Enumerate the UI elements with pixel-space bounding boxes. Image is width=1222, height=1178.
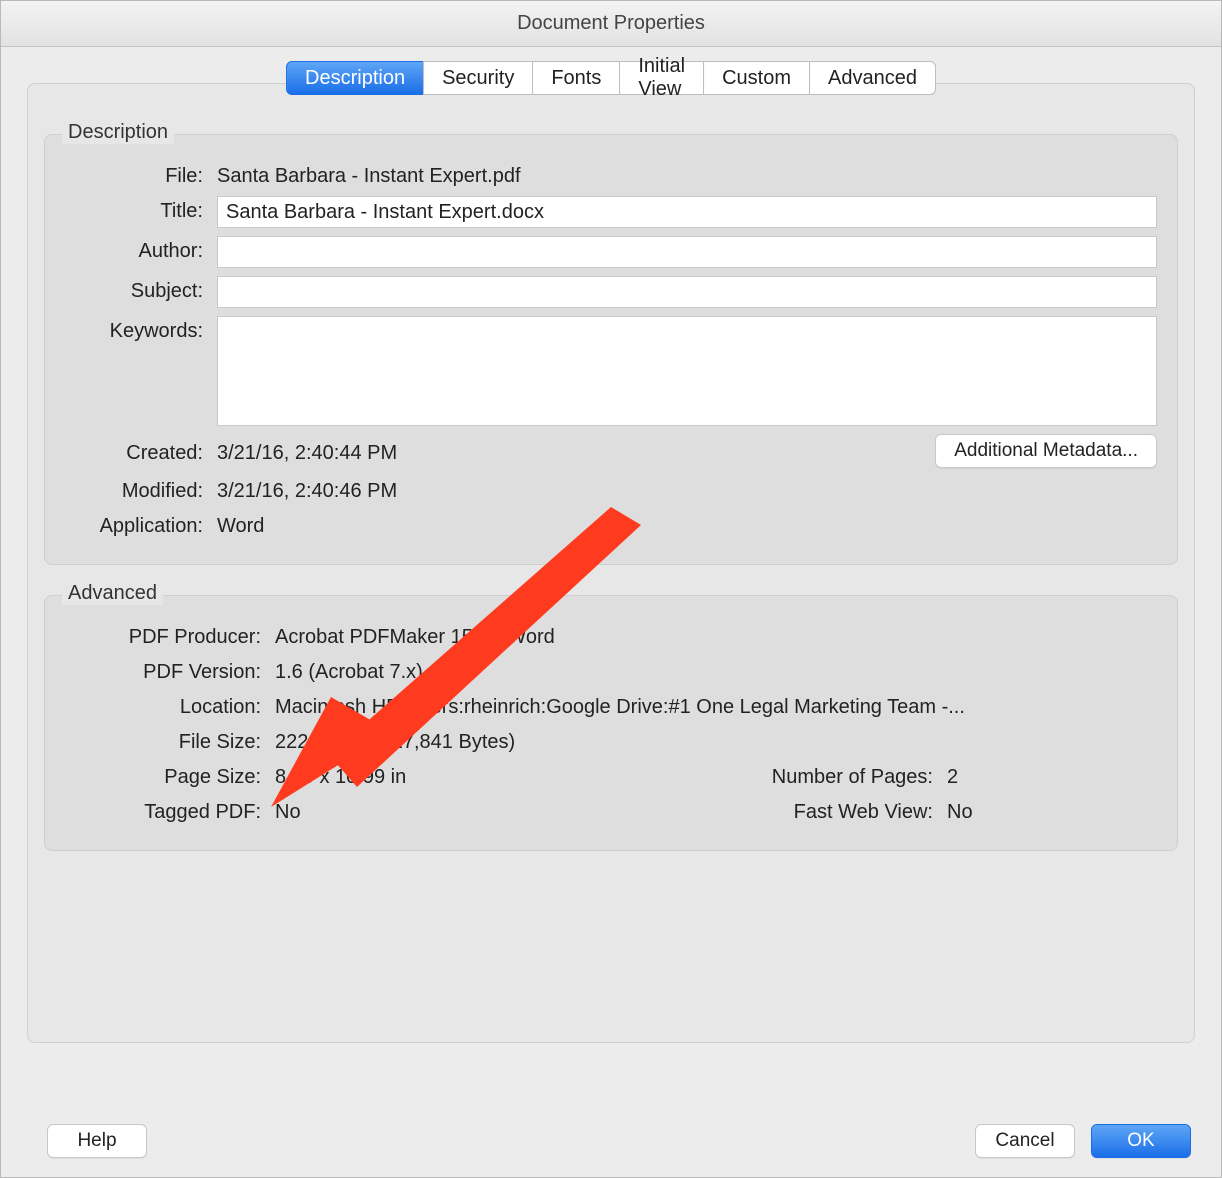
fast-web-view-value: No <box>947 797 1157 824</box>
content-panel: Description File: Santa Barbara - Instan… <box>27 83 1195 1043</box>
tab-label: Initial View <box>638 55 685 101</box>
row-file-size: File Size: 222.50 KB (227,841 Bytes) <box>65 727 1157 754</box>
row-page-size-pages: Page Size: 8.50 x 10.99 in Number of Pag… <box>65 762 1157 789</box>
row-location: Location: Macintosh HD:Users:rheinrich:G… <box>65 692 1157 719</box>
tab-label: Fonts <box>551 67 601 90</box>
row-modified: Modified: 3/21/16, 2:40:46 PM <box>65 476 1157 503</box>
row-pdf-producer: PDF Producer: Acrobat PDFMaker 15 for Wo… <box>65 622 1157 649</box>
pdf-producer-label: PDF Producer: <box>65 622 261 649</box>
row-title: Title: <box>65 196 1157 228</box>
tab-label: Security <box>442 67 514 90</box>
modified-label: Modified: <box>65 476 203 503</box>
location-value: Macintosh HD:Users:rheinrich:Google Driv… <box>275 692 1157 719</box>
keywords-label: Keywords: <box>65 316 203 343</box>
ok-button[interactable]: OK <box>1091 1124 1191 1158</box>
pdf-producer-value: Acrobat PDFMaker 15 for Word <box>275 622 1157 649</box>
title-label: Title: <box>65 196 203 223</box>
subject-label: Subject: <box>65 276 203 303</box>
tagged-pdf-value: No <box>275 797 709 824</box>
dialog-window: Document Properties Description Security… <box>0 0 1222 1178</box>
row-pdf-version: PDF Version: 1.6 (Acrobat 7.x) <box>65 657 1157 684</box>
help-label: Help <box>77 1130 116 1152</box>
title-input[interactable] <box>217 196 1157 228</box>
cancel-label: Cancel <box>995 1130 1054 1152</box>
dialog-body: Description Security Fonts Initial View … <box>1 47 1221 1105</box>
created-value: 3/21/16, 2:40:44 PM <box>217 438 921 465</box>
tab-label: Advanced <box>828 67 917 90</box>
advanced-group-label: Advanced <box>62 582 163 605</box>
tab-initial-view[interactable]: Initial View <box>619 61 704 95</box>
titlebar: Document Properties <box>1 1 1221 47</box>
file-size-label: File Size: <box>65 727 261 754</box>
file-label: File: <box>65 161 203 188</box>
tab-bar: Description Security Fonts Initial View … <box>286 61 936 95</box>
row-file: File: Santa Barbara - Instant Expert.pdf <box>65 161 1157 188</box>
dialog-footer: Help Cancel OK <box>1 1105 1221 1177</box>
advanced-group-box: PDF Producer: Acrobat PDFMaker 15 for Wo… <box>44 595 1178 851</box>
num-pages-label: Number of Pages: <box>723 762 933 789</box>
description-group: Description File: Santa Barbara - Instan… <box>44 134 1178 565</box>
additional-metadata-label: Additional Metadata... <box>954 440 1138 462</box>
page-size-value: 8.50 x 10.99 in <box>275 762 709 789</box>
pdf-version-value: 1.6 (Acrobat 7.x) <box>275 657 1157 684</box>
fast-web-view-label: Fast Web View: <box>723 797 933 824</box>
application-value: Word <box>217 511 1157 538</box>
keywords-input[interactable] <box>217 316 1157 426</box>
row-subject: Subject: <box>65 276 1157 308</box>
page-size-label: Page Size: <box>65 762 261 789</box>
help-button[interactable]: Help <box>47 1124 147 1158</box>
num-pages-value: 2 <box>947 762 1157 789</box>
tab-label: Custom <box>722 67 791 90</box>
file-value: Santa Barbara - Instant Expert.pdf <box>217 161 1157 188</box>
application-label: Application: <box>65 511 203 538</box>
description-group-box: File: Santa Barbara - Instant Expert.pdf… <box>44 134 1178 565</box>
modified-value: 3/21/16, 2:40:46 PM <box>217 476 1157 503</box>
row-tagged-fastweb: Tagged PDF: No Fast Web View: No <box>65 797 1157 824</box>
created-label: Created: <box>65 438 203 465</box>
author-label: Author: <box>65 236 203 263</box>
pdf-version-label: PDF Version: <box>65 657 261 684</box>
row-author: Author: <box>65 236 1157 268</box>
location-label: Location: <box>65 692 261 719</box>
tab-fonts[interactable]: Fonts <box>532 61 620 95</box>
row-application: Application: Word <box>65 511 1157 538</box>
tab-advanced[interactable]: Advanced <box>809 61 936 95</box>
advanced-group: Advanced PDF Producer: Acrobat PDFMaker … <box>44 595 1178 851</box>
author-input[interactable] <box>217 236 1157 268</box>
tab-security[interactable]: Security <box>423 61 533 95</box>
tab-description[interactable]: Description <box>286 61 424 95</box>
dialog-title: Document Properties <box>517 12 705 35</box>
additional-metadata-button[interactable]: Additional Metadata... <box>935 434 1157 468</box>
cancel-button[interactable]: Cancel <box>975 1124 1075 1158</box>
tagged-pdf-label: Tagged PDF: <box>65 797 261 824</box>
tab-label: Description <box>305 67 405 90</box>
ok-label: OK <box>1127 1130 1154 1152</box>
description-group-label: Description <box>62 121 174 144</box>
row-keywords: Keywords: <box>65 316 1157 426</box>
subject-input[interactable] <box>217 276 1157 308</box>
file-size-value: 222.50 KB (227,841 Bytes) <box>275 727 1157 754</box>
row-created: Created: 3/21/16, 2:40:44 PM Additional … <box>65 434 1157 468</box>
tab-custom[interactable]: Custom <box>703 61 810 95</box>
